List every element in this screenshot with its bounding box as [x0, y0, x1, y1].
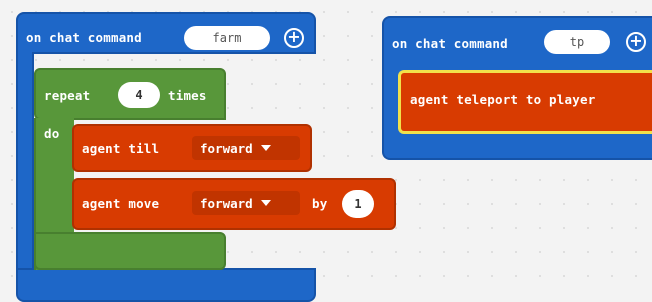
do-label: do: [44, 126, 60, 141]
by-label: by: [312, 196, 328, 211]
dropdown-arrow-icon: [260, 200, 271, 206]
farm-event-label: on chat command: [26, 30, 142, 45]
move-direction-dropdown[interactable]: forward: [192, 191, 300, 215]
tp-command-field[interactable]: tp: [544, 30, 610, 54]
agent-move-label: agent move: [82, 196, 160, 211]
till-direction-value: forward: [200, 140, 253, 156]
move-direction-value: forward: [200, 195, 253, 211]
repeat-label: repeat: [44, 88, 91, 103]
workspace-canvas[interactable]: on chat command farm + repeat 4 times do…: [0, 0, 652, 302]
times-label: times: [168, 88, 207, 103]
agent-teleport-label: agent teleport to player: [410, 92, 596, 107]
add-parameter-icon[interactable]: +: [626, 32, 646, 52]
repeat-loop-bottom[interactable]: [34, 232, 226, 270]
tp-command-value: tp: [569, 35, 585, 49]
move-amount-value: 1: [354, 197, 362, 211]
move-amount-field[interactable]: 1: [342, 190, 374, 218]
dropdown-arrow-icon: [260, 145, 271, 151]
farm-block-body-left[interactable]: [16, 52, 34, 274]
farm-block-bottom[interactable]: [16, 268, 316, 302]
add-parameter-icon[interactable]: +: [284, 28, 304, 48]
till-direction-dropdown[interactable]: forward: [192, 136, 300, 160]
repeat-count-value: 4: [135, 88, 143, 102]
tp-event-label: on chat command: [392, 36, 508, 51]
farm-command-value: farm: [212, 31, 242, 45]
agent-till-label: agent till: [82, 141, 160, 156]
repeat-count-field[interactable]: 4: [118, 82, 160, 108]
farm-command-field[interactable]: farm: [184, 26, 270, 50]
